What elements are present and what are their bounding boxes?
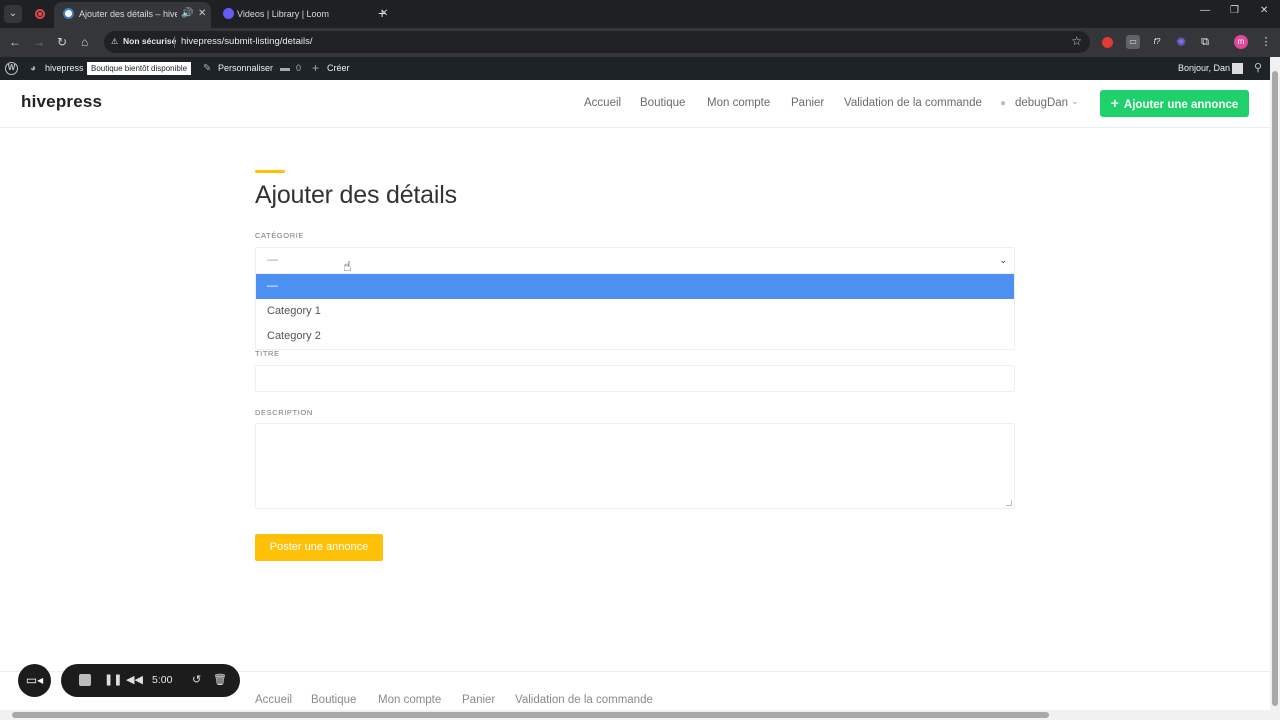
- category-option[interactable]: Category 1: [256, 299, 1014, 324]
- horizontal-scrollbar[interactable]: [0, 710, 1270, 720]
- tab-audio-icon[interactable]: 🔊: [181, 2, 193, 26]
- extension-loom-icon[interactable]: ✺: [1174, 35, 1188, 49]
- tab-close-icon[interactable]: ✕: [198, 2, 206, 26]
- horizontal-scroll-thumb[interactable]: [12, 712, 1049, 718]
- category-option[interactable]: Category 2: [256, 324, 1014, 349]
- home-icon[interactable]: ⌂: [81, 35, 88, 49]
- admin-site-name[interactable]: hivepress: [45, 57, 84, 80]
- back-icon[interactable]: ←: [9, 35, 21, 49]
- admin-avatar[interactable]: [1232, 63, 1243, 74]
- tab-search-icon[interactable]: ⌄: [4, 5, 22, 23]
- profile-avatar-icon[interactable]: m: [1234, 35, 1248, 49]
- customize-link[interactable]: Personnaliser: [218, 57, 273, 80]
- extension-formula-icon[interactable]: f?: [1150, 35, 1164, 49]
- category-dropdown: — Category 1 Category 2: [255, 273, 1015, 350]
- chevron-down-icon: ⌄: [999, 255, 1007, 265]
- forward-icon[interactable]: →: [33, 35, 45, 49]
- category-label: CATÉGORIE: [255, 231, 305, 240]
- site-header: hivepress Accueil Boutique Mon compte Pa…: [0, 80, 1270, 128]
- hand-cursor-icon: ☝: [343, 258, 352, 274]
- comment-icon[interactable]: ▬: [280, 57, 290, 80]
- new-tab-icon[interactable]: +: [378, 5, 386, 21]
- submit-listing-button[interactable]: Poster une annonce: [255, 534, 383, 561]
- wordpress-logo-icon[interactable]: W: [5, 62, 18, 75]
- restore-icon[interactable]: ❐: [1230, 5, 1239, 16]
- omnibox[interactable]: ⚠ Non sécurisé hivepress/submit-listing/d…: [104, 31, 1090, 53]
- description-label: DESCRIPTION: [255, 408, 313, 417]
- extension-grey-icon[interactable]: ▭: [1126, 35, 1140, 49]
- minimize-icon[interactable]: —: [1200, 5, 1210, 16]
- address-bar-row: ← → ↻ ⌂ ⚠ Non sécurisé hivepress/submit-l…: [0, 28, 1280, 57]
- tab-title: Videos | Library | Loom: [237, 9, 330, 19]
- category-select-value: —: [267, 254, 278, 266]
- create-link[interactable]: Créer: [327, 57, 350, 80]
- user-menu[interactable]: debugDan: [1015, 97, 1068, 109]
- extension-red-icon[interactable]: [1102, 37, 1113, 48]
- site-logo[interactable]: hivepress: [21, 92, 102, 112]
- shop-coming-soon-badge[interactable]: Boutique bientôt disponible: [87, 62, 192, 75]
- omnibox-divider: [174, 36, 175, 48]
- plus-icon: +: [312, 61, 320, 75]
- tab-ajouter-details[interactable]: Ajouter des détails – hivep 🔊 ✕: [54, 2, 211, 28]
- warning-icon: ⚠: [111, 37, 119, 46]
- recording-timer: 5:00: [152, 674, 173, 686]
- nav-panier[interactable]: Panier: [791, 97, 824, 109]
- footer-nav-mon-compte[interactable]: Mon compte: [378, 694, 441, 706]
- footer-nav-boutique[interactable]: Boutique: [311, 694, 356, 706]
- page-title: Ajouter des détails: [255, 181, 457, 209]
- chevron-down-icon[interactable]: ⌄: [1071, 96, 1079, 107]
- footer-nav-validation[interactable]: Validation de la commande: [515, 694, 653, 706]
- restart-icon[interactable]: ↺: [192, 673, 201, 686]
- title-label: TITRE: [255, 349, 280, 358]
- user-greeting[interactable]: Bonjour, Dan: [1178, 57, 1230, 80]
- browser-menu-icon[interactable]: ⋮: [1259, 35, 1273, 49]
- dashboard-icon: ◕: [30, 63, 37, 74]
- title-accent-line: [255, 170, 285, 173]
- tab-loom-library[interactable]: Videos | Library | Loom ✕: [214, 2, 390, 28]
- url-text[interactable]: hivepress/submit-listing/details/: [181, 36, 312, 47]
- nav-accueil[interactable]: Accueil: [584, 97, 621, 109]
- camera-toggle-icon[interactable]: ▭◂: [18, 664, 51, 697]
- title-input[interactable]: [255, 365, 1015, 392]
- extensions-puzzle-icon[interactable]: ⧉: [1198, 35, 1212, 49]
- loom-favicon-icon: [223, 8, 234, 19]
- browser-tab-strip: ⌄ Ajouter des détails – hivep 🔊 ✕ Videos…: [0, 0, 1280, 28]
- close-window-icon[interactable]: ✕: [1260, 5, 1268, 16]
- nav-boutique[interactable]: Boutique: [640, 97, 685, 109]
- comments-count[interactable]: 0: [296, 57, 301, 80]
- footer-nav-panier[interactable]: Panier: [462, 694, 495, 706]
- user-icon: ●: [1000, 98, 1007, 109]
- recorder-controls: ❚❚ ◀◀ 5:00 ↺ 🗑: [61, 664, 240, 697]
- footer-nav-accueil[interactable]: Accueil: [255, 694, 292, 706]
- add-listing-label: Ajouter une annonce: [1123, 99, 1239, 111]
- stop-recording-icon[interactable]: [79, 674, 91, 686]
- add-listing-button[interactable]: + Ajouter une annonce: [1100, 90, 1249, 117]
- plus-icon: +: [1110, 95, 1119, 111]
- admin-search-icon[interactable]: ⚲: [1254, 61, 1262, 74]
- description-textarea[interactable]: [255, 423, 1015, 509]
- vertical-scroll-thumb[interactable]: [1272, 71, 1278, 706]
- recording-indicator-icon: [35, 9, 45, 19]
- reload-icon[interactable]: ↻: [57, 35, 67, 49]
- bookmark-star-icon[interactable]: ☆: [1071, 34, 1082, 48]
- nav-mon-compte[interactable]: Mon compte: [707, 97, 770, 109]
- delete-icon[interactable]: 🗑: [213, 673, 227, 686]
- brush-icon: ✎: [203, 63, 212, 74]
- wp-admin-bar: W ◕ hivepress Boutique bientôt disponibl…: [0, 57, 1280, 80]
- security-chip[interactable]: ⚠ Non sécurisé: [111, 36, 176, 46]
- category-option[interactable]: —: [256, 274, 1014, 299]
- tab-title: Ajouter des détails – hivep: [79, 9, 177, 19]
- nav-validation[interactable]: Validation de la commande: [844, 97, 982, 109]
- vertical-scrollbar[interactable]: [1270, 57, 1280, 720]
- category-select[interactable]: — ⌄: [255, 247, 1015, 274]
- rewind-icon[interactable]: ◀◀: [126, 673, 143, 686]
- security-label: Non sécurisé: [123, 36, 177, 46]
- pause-icon[interactable]: ❚❚: [104, 673, 122, 686]
- wordpress-favicon-icon: [63, 8, 74, 19]
